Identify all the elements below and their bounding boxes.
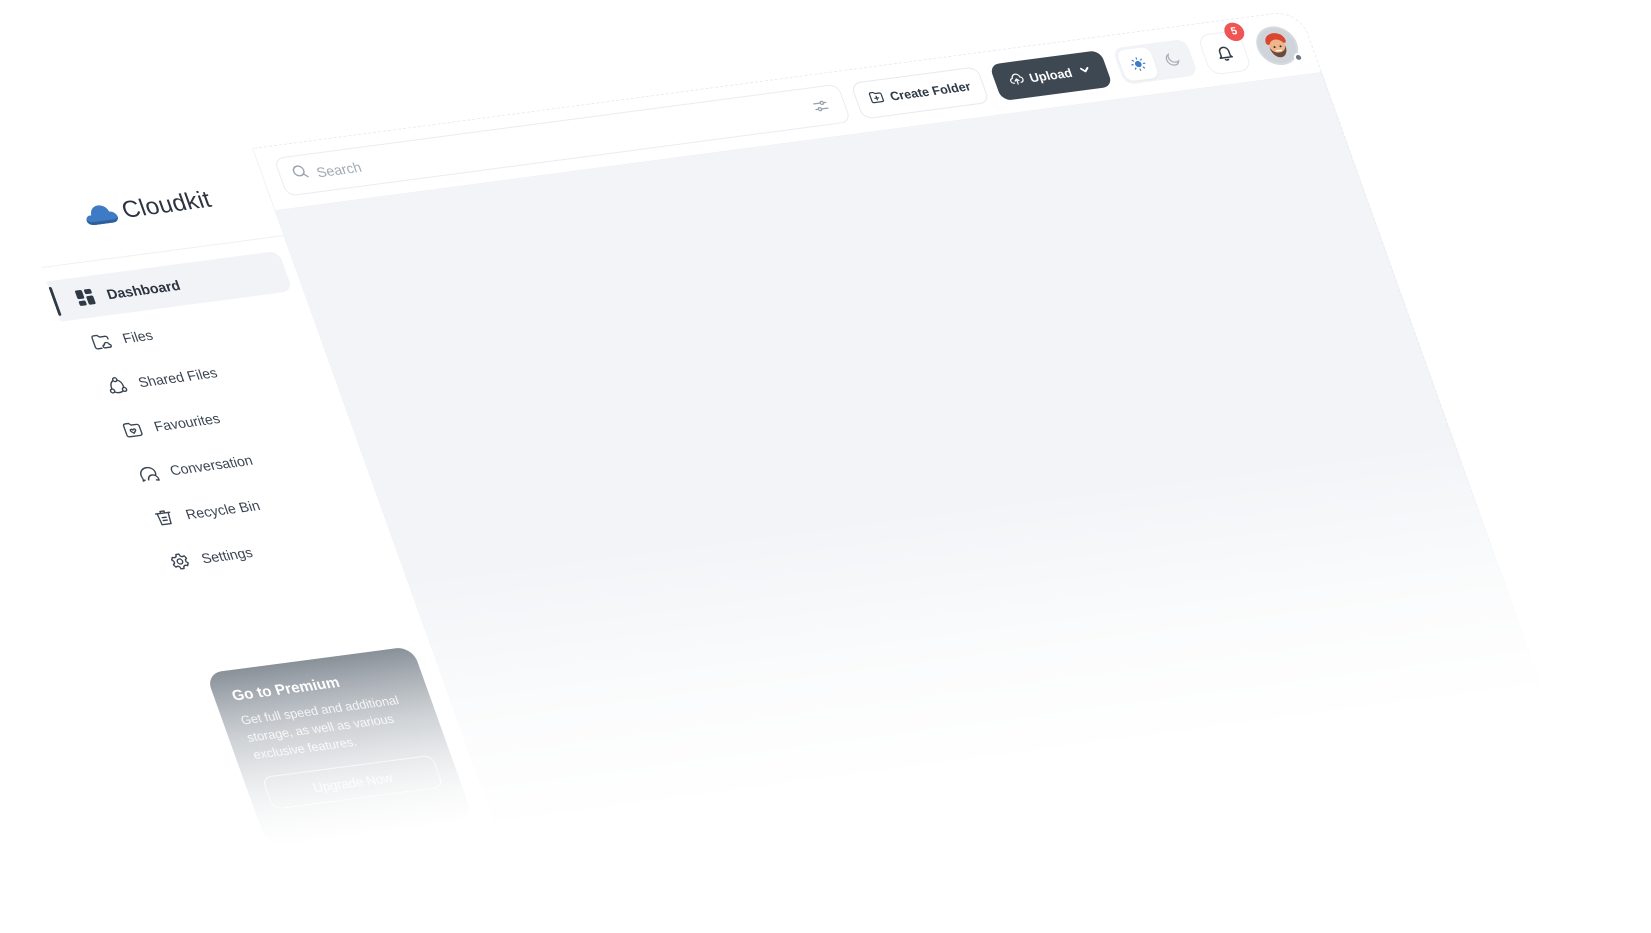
bell-icon xyxy=(1218,46,1233,61)
create-folder-button[interactable]: Create Folder xyxy=(849,65,990,119)
chevron-down-icon xyxy=(1075,61,1096,80)
notifications-button[interactable]: 5 xyxy=(1196,21,1253,76)
sliders-icon xyxy=(813,100,829,111)
cloud-upload-icon xyxy=(1006,70,1027,89)
theme-toggle xyxy=(1111,38,1199,85)
sidebar-item-label: Dashboard xyxy=(104,277,183,303)
chat-bubbles-icon xyxy=(135,463,162,485)
cloud-icon xyxy=(79,200,121,227)
dashboard-grid-icon xyxy=(72,286,99,308)
stage: Cloudkit Dashboard Files Shared Files Fa… xyxy=(0,0,1651,933)
folder-cloud-icon xyxy=(88,330,115,352)
premium-description: Get full speed and additional storage, a… xyxy=(238,693,401,763)
sidebar-item-label: Recycle Bin xyxy=(183,497,263,523)
sidebar-item-label: Settings xyxy=(199,544,255,567)
trash-icon xyxy=(151,507,178,529)
sidebar-item-label: Favourites xyxy=(151,410,223,435)
sidebar-item-label: Shared Files xyxy=(135,364,220,391)
gear-icon xyxy=(167,551,194,573)
notification-count-badge: 5 xyxy=(1221,21,1247,42)
app-window: Cloudkit Dashboard Files Shared Files Fa… xyxy=(10,9,1547,870)
share-nodes-icon xyxy=(104,375,131,397)
filter-button[interactable] xyxy=(806,94,835,118)
search-icon xyxy=(289,163,312,185)
create-folder-label: Create Folder xyxy=(887,79,973,104)
user-avatar[interactable] xyxy=(1250,23,1305,68)
upload-label: Upload xyxy=(1027,65,1075,85)
brand-name: Cloudkit xyxy=(117,185,215,224)
sidebar-item-label: Conversation xyxy=(167,452,255,479)
content-area xyxy=(275,72,1547,837)
folder-plus-icon xyxy=(866,89,887,108)
upload-button[interactable]: Upload xyxy=(988,49,1113,101)
folder-heart-icon xyxy=(119,419,146,441)
sun-icon xyxy=(1130,56,1145,71)
moon-icon xyxy=(1165,52,1179,66)
upgrade-now-button[interactable]: Upgrade Now xyxy=(261,755,444,811)
premium-card: Go to Premium Get full speed and additio… xyxy=(205,646,474,846)
sidebar-item-label: Files xyxy=(120,326,155,347)
